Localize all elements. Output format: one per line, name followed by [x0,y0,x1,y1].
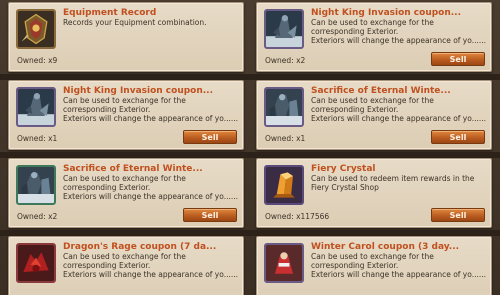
sacrifice-of-eternal-winter-icon [16,165,56,205]
sell-button[interactable]: Sell [431,130,485,144]
inventory-item-equipment-record[interactable]: Equipment Record Records your Equipment … [8,2,244,72]
inventory-list: Equipment Record Records your Equipment … [0,0,500,295]
item-name: Equipment Record [63,8,157,18]
inventory-item-fiery-crystal[interactable]: Fiery Crystal Can be used to redeem item… [256,158,492,228]
inventory-item-sacrifice-of-eternal-winter[interactable]: Sacrifice of Eternal Winte... Can be use… [8,158,244,228]
owned-count: Owned: x1 [265,134,306,143]
item-description: Can be used to exchange for the correspo… [63,96,239,123]
night-king-invasion-coupon-icon [16,87,56,127]
item-description: Records your Equipment combination. [63,18,207,27]
item-name: Fiery Crystal [311,164,376,174]
item-name: Night King Invasion coupon... [311,8,462,18]
owned-count: Owned: x2 [265,56,306,65]
inventory-item-dragons-rage-coupon[interactable]: Dragon's Rage coupon (7 da... Can be use… [8,236,244,295]
owned-count: Owned: x117566 [265,212,330,221]
equipment-record-icon [16,9,56,49]
inventory-item-sacrifice-of-eternal-winter[interactable]: Sacrifice of Eternal Winte... Can be use… [256,80,492,150]
item-description: Can be used to exchange for the correspo… [311,252,487,279]
sacrifice-of-eternal-winter-icon [264,87,304,127]
inventory-item-winter-carol-coupon[interactable]: Winter Carol coupon (3 day... Can be use… [256,236,492,295]
sell-button[interactable]: Sell [183,208,237,222]
inventory-item-night-king-invasion-coupon[interactable]: Night King Invasion coupon... Can be use… [8,80,244,150]
item-name: Winter Carol coupon (3 day... [311,242,460,252]
owned-count: Owned: x2 [17,212,58,221]
item-description: Can be used to exchange for the correspo… [311,18,487,45]
item-name: Dragon's Rage coupon (7 da... [63,242,217,252]
item-description: Can be used to exchange for the correspo… [63,252,239,279]
owned-count: Owned: x9 [17,56,58,65]
item-description: Can be used to exchange for the correspo… [311,96,487,123]
winter-carol-coupon-icon [264,243,304,283]
item-description: Can be used to exchange for the correspo… [63,174,239,201]
dragons-rage-coupon-icon [16,243,56,283]
inventory-item-night-king-invasion-coupon[interactable]: Night King Invasion coupon... Can be use… [256,2,492,72]
night-king-invasion-coupon-icon [264,9,304,49]
fiery-crystal-icon [264,165,304,205]
owned-count: Owned: x1 [17,134,58,143]
item-name: Night King Invasion coupon... [63,86,214,96]
item-description: Can be used to redeem item rewards in th… [311,174,475,192]
item-name: Sacrifice of Eternal Winte... [311,86,451,96]
sell-button[interactable]: Sell [183,130,237,144]
sell-button[interactable]: Sell [431,52,485,66]
sell-button[interactable]: Sell [431,208,485,222]
item-name: Sacrifice of Eternal Winte... [63,164,203,174]
